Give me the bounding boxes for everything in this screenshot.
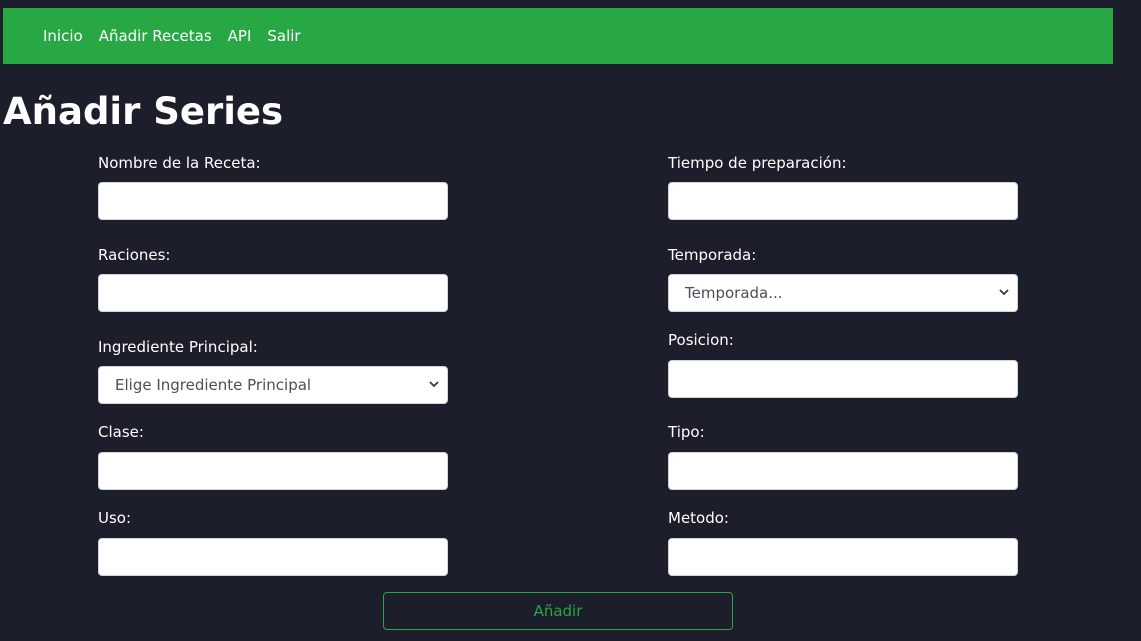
temporada-select[interactable]: Temporada... [668, 274, 1018, 312]
posicion-input[interactable] [668, 360, 1018, 398]
temporada-selected-value: Temporada... [685, 284, 783, 302]
clase-label: Clase: [98, 423, 144, 441]
navbar: Inicio Añadir Recetas API Salir [3, 8, 1113, 64]
nombre-label: Nombre de la Receta: [98, 154, 261, 172]
uso-input[interactable] [98, 538, 448, 576]
tiempo-input[interactable] [668, 182, 1018, 220]
chevron-down-icon [999, 289, 1009, 296]
nav-link-anadir-recetas[interactable]: Añadir Recetas [99, 27, 212, 45]
tipo-label: Tipo: [668, 423, 705, 441]
metodo-label: Metodo: [668, 509, 729, 527]
chevron-down-icon [429, 381, 439, 388]
tipo-input[interactable] [668, 452, 1018, 490]
raciones-label: Raciones: [98, 246, 171, 264]
ingrediente-select[interactable]: Elige Ingrediente Principal [98, 366, 448, 404]
raciones-input[interactable] [98, 274, 448, 312]
nav-link-api[interactable]: API [228, 27, 252, 45]
anadir-button[interactable]: Añadir [383, 592, 733, 630]
page-title: Añadir Series [3, 90, 284, 133]
nav-link-inicio[interactable]: Inicio [43, 27, 83, 45]
temporada-label: Temporada: [668, 246, 757, 264]
posicion-label: Posicion: [668, 331, 734, 349]
ingrediente-label: Ingrediente Principal: [98, 338, 258, 356]
ingrediente-selected-value: Elige Ingrediente Principal [115, 376, 312, 394]
uso-label: Uso: [98, 509, 132, 527]
tiempo-label: Tiempo de preparación: [668, 154, 847, 172]
clase-input[interactable] [98, 452, 448, 490]
metodo-input[interactable] [668, 538, 1018, 576]
nav-link-salir[interactable]: Salir [267, 27, 300, 45]
nombre-input[interactable] [98, 182, 448, 220]
